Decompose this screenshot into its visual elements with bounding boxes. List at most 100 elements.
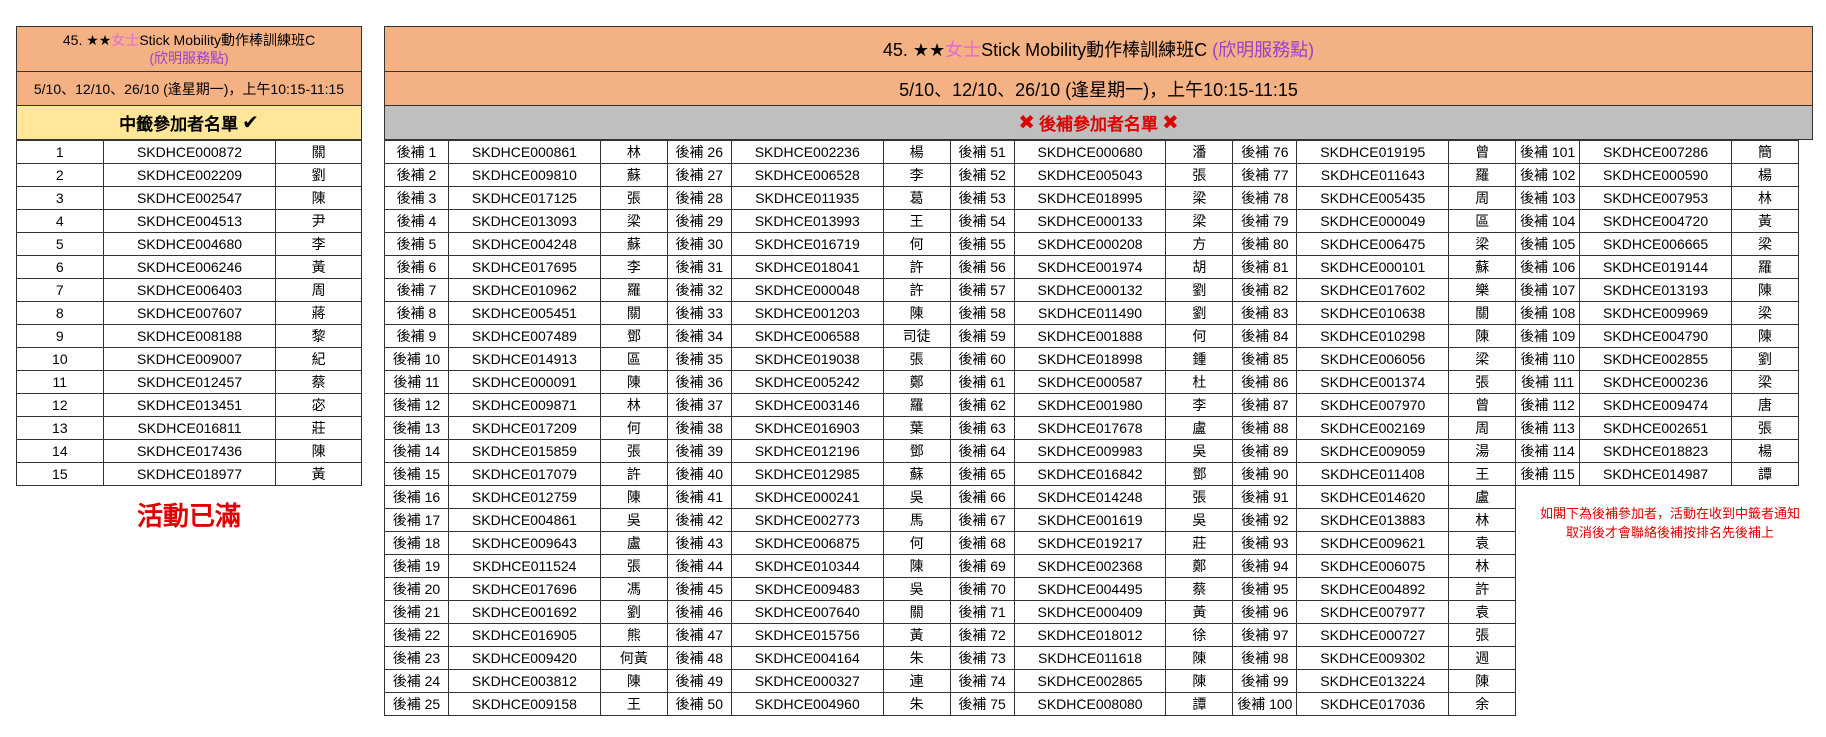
waitlist-rank: 後補 47 bbox=[666, 623, 732, 647]
waitlist-surname: 鄧 bbox=[882, 439, 951, 463]
waitlist-rank: 後補 9 bbox=[384, 324, 449, 348]
empty-cell bbox=[1580, 601, 1732, 624]
waitlist-surname: 盧 bbox=[1448, 485, 1517, 509]
waitlist-rank: 後補 114 bbox=[1515, 439, 1581, 463]
winner-number: 9 bbox=[16, 324, 104, 348]
waitlist-member-id: SKDHCE004960 bbox=[730, 692, 884, 716]
waitlist-rank: 後補 88 bbox=[1232, 416, 1298, 440]
waitlist-member-id: SKDHCE007970 bbox=[1296, 393, 1450, 417]
empty-cell bbox=[1580, 624, 1732, 647]
waitlist-surname: 劉 bbox=[1165, 278, 1234, 302]
waitlist-schedule: 5/10、12/10、26/10 (逢星期一)，上午10:15-11:15 bbox=[384, 72, 1813, 106]
waitlist-member-id: SKDHCE000208 bbox=[1013, 232, 1167, 256]
waitlist-surname: 方 bbox=[1165, 232, 1234, 256]
empty-cell bbox=[1580, 555, 1732, 578]
waitlist-surname: 張 bbox=[599, 554, 668, 578]
waitlist-member-id: SKDHCE000727 bbox=[1296, 623, 1450, 647]
waitlist-member-id: SKDHCE018998 bbox=[1013, 347, 1167, 371]
winner-row: 13 SKDHCE016811 莊 bbox=[16, 416, 362, 440]
waitlist-surname: 羅 bbox=[882, 393, 951, 417]
winner-row: 5 SKDHCE004680 李 bbox=[16, 232, 362, 256]
winner-row: 3 SKDHCE002547 陳 bbox=[16, 186, 362, 210]
waitlist-rank: 後補 30 bbox=[666, 232, 732, 256]
activity-full-label: 活動已滿 bbox=[136, 501, 241, 531]
waitlist-member-id: SKDHCE006528 bbox=[730, 163, 884, 187]
title-lady: 女士 bbox=[945, 40, 982, 60]
waitlist-surname: 吳 bbox=[882, 485, 951, 509]
empty-cell bbox=[1516, 578, 1580, 601]
waitlist-member-id: SKDHCE006475 bbox=[1296, 232, 1450, 256]
waitlist-member-id: SKDHCE005451 bbox=[447, 301, 601, 325]
waitlist-surname: 楊 bbox=[1731, 439, 1799, 463]
winner-member-id: SKDHCE016811 bbox=[102, 416, 277, 440]
winner-member-id: SKDHCE007607 bbox=[102, 301, 277, 325]
waitlist-member-id: SKDHCE016719 bbox=[730, 232, 884, 256]
waitlist-surname: 陳 bbox=[1731, 324, 1799, 348]
waitlist-surname: 何黃 bbox=[599, 646, 668, 670]
waitlist-surname: 週 bbox=[1448, 646, 1517, 670]
winner-member-id: SKDHCE009007 bbox=[102, 347, 277, 371]
waitlist-rank: 後補 78 bbox=[1232, 186, 1298, 210]
waitlist-surname: 羅 bbox=[599, 278, 668, 302]
waitlist-row: 後補 20 SKDHCE017696 馮後補 45 SKDHCE009483 吳後補 7… bbox=[384, 577, 1799, 601]
waitlist-rank: 後補 20 bbox=[384, 577, 449, 601]
waitlist-surname: 簡 bbox=[1731, 140, 1799, 164]
waitlist-row: 後補 14 SKDHCE015859 張後補 39 SKDHCE012196 鄧後補 6… bbox=[384, 439, 1799, 463]
waitlist-rank: 後補 83 bbox=[1232, 301, 1298, 325]
waitlist-rank: 後補 97 bbox=[1232, 623, 1298, 647]
winner-number: 7 bbox=[16, 278, 104, 302]
waitlist-member-id: SKDHCE000049 bbox=[1296, 209, 1450, 233]
waitlist-surname: 吳 bbox=[882, 577, 951, 601]
waitlist-rank: 後補 6 bbox=[384, 255, 449, 279]
waitlist-surname: 曾 bbox=[1448, 140, 1517, 164]
waitlist-surname: 李 bbox=[1165, 393, 1234, 417]
waitlist-surname: 湯 bbox=[1448, 439, 1517, 463]
waitlist-rank: 後補 85 bbox=[1232, 347, 1298, 371]
waitlist-surname: 蘇 bbox=[599, 163, 668, 187]
waitlist-row: 後補 9 SKDHCE007489 鄧後補 34 SKDHCE006588 司徒 後補 5… bbox=[384, 324, 1799, 348]
waitlist-surname: 葛 bbox=[882, 186, 951, 210]
waitlist-surname: 林 bbox=[1448, 554, 1517, 578]
waitlist-row: 後補 6 SKDHCE017695 李後補 31 SKDHCE018041 許後補 56… bbox=[384, 255, 1799, 279]
cross-icon: ✖ bbox=[1162, 112, 1179, 134]
waitlist-surname: 關 bbox=[1448, 301, 1517, 325]
waitlist-surname: 關 bbox=[882, 600, 951, 624]
winner-row: 1 SKDHCE000872 關 bbox=[16, 140, 362, 164]
waitlist-rank: 後補 1 bbox=[384, 140, 449, 164]
waitlist-rank: 後補 19 bbox=[384, 554, 449, 578]
waitlist-member-id: SKDHCE005435 bbox=[1296, 186, 1450, 210]
waitlist-member-id: SKDHCE019195 bbox=[1296, 140, 1450, 164]
waitlist-rank: 後補 42 bbox=[666, 508, 732, 532]
empty-cell bbox=[1732, 601, 1799, 624]
waitlist-member-id: SKDHCE017678 bbox=[1013, 416, 1167, 440]
winner-member-id: SKDHCE002547 bbox=[102, 186, 277, 210]
waitlist-member-id: SKDHCE009302 bbox=[1296, 646, 1450, 670]
winner-row: 8 SKDHCE007607 蔣 bbox=[16, 301, 362, 325]
waitlist-surname: 陳 bbox=[1165, 669, 1234, 693]
waitlist-row: 後補 5 SKDHCE004248 蘇後補 30 SKDHCE016719 何後補 55… bbox=[384, 232, 1799, 256]
waitlist-surname: 徐 bbox=[1165, 623, 1234, 647]
winner-number: 13 bbox=[16, 416, 104, 440]
waitlist-surname: 袁 bbox=[1448, 531, 1517, 555]
waitlist-rank: 後補 43 bbox=[666, 531, 732, 555]
waitlist-member-id: SKDHCE005242 bbox=[730, 370, 884, 394]
waitlist-rank: 後補 113 bbox=[1515, 416, 1581, 440]
waitlist-rank: 後補 59 bbox=[949, 324, 1015, 348]
waitlist-row: 後補 15 SKDHCE017079 許後補 40 SKDHCE012985 蘇後補 6… bbox=[384, 462, 1799, 486]
waitlist-row: 後補 8 SKDHCE005451 關後補 33 SKDHCE001203 陳後補 58… bbox=[384, 301, 1799, 325]
waitlist-member-id: SKDHCE000236 bbox=[1579, 370, 1733, 394]
waitlist-member-id: SKDHCE002865 bbox=[1013, 669, 1167, 693]
winners-course-title: 45. ★★女士Stick Mobility動作棒訓練班C (欣明服務點) bbox=[16, 26, 362, 72]
waitlist-rank: 後補 108 bbox=[1515, 301, 1581, 325]
waitlist-member-id: SKDHCE013883 bbox=[1296, 508, 1450, 532]
winner-number: 14 bbox=[16, 439, 104, 463]
waitlist-member-id: SKDHCE001888 bbox=[1013, 324, 1167, 348]
waitlist-rank: 後補 39 bbox=[666, 439, 732, 463]
waitlist-member-id: SKDHCE001374 bbox=[1296, 370, 1450, 394]
waitlist-surname: 周 bbox=[1448, 186, 1517, 210]
waitlist-surname: 鍾 bbox=[1165, 347, 1234, 371]
waitlist-rank: 後補 110 bbox=[1515, 347, 1581, 371]
waitlist-rank: 後補 37 bbox=[666, 393, 732, 417]
waitlist-surname: 王 bbox=[599, 692, 668, 716]
winner-number: 1 bbox=[16, 140, 104, 164]
